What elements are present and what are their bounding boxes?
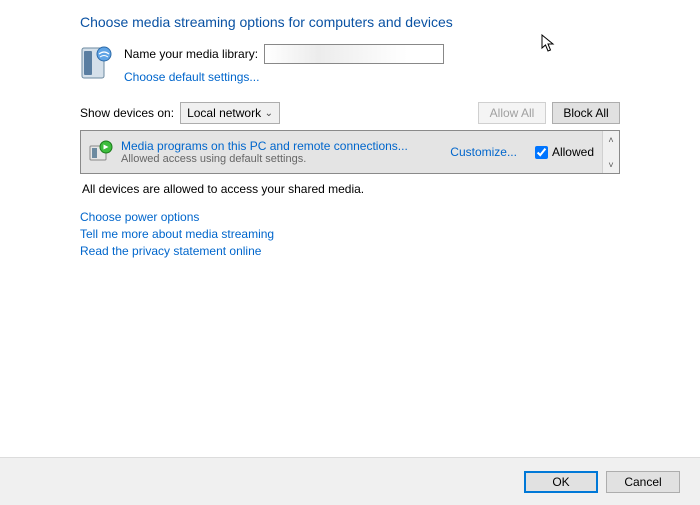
scroll-down-icon[interactable]: ˅ — [603, 156, 619, 173]
cancel-button[interactable]: Cancel — [606, 471, 680, 493]
device-list: Media programs on this PC and remote con… — [80, 130, 620, 174]
ok-button[interactable]: OK — [524, 471, 598, 493]
library-name-label: Name your media library: — [124, 47, 258, 61]
device-subtitle: Allowed access using default settings. — [121, 153, 442, 165]
scroll-up-icon[interactable]: ˄ — [603, 131, 619, 148]
show-devices-value: Local network — [187, 106, 261, 120]
privacy-link[interactable]: Read the privacy statement online — [80, 244, 620, 258]
learn-more-link[interactable]: Tell me more about media streaming — [80, 227, 620, 241]
allowed-text: Allowed — [552, 145, 594, 159]
show-devices-dropdown[interactable]: Local network ⌄ — [180, 102, 280, 124]
block-all-button[interactable]: Block All — [552, 102, 620, 124]
allowed-checkbox-label[interactable]: Allowed — [535, 145, 594, 159]
dialog-footer: OK Cancel — [0, 457, 700, 505]
device-title-link[interactable]: Media programs on this PC and remote con… — [121, 139, 442, 153]
show-devices-label: Show devices on: — [80, 106, 174, 120]
media-program-icon — [89, 140, 113, 164]
library-name-input[interactable] — [264, 44, 444, 64]
device-row[interactable]: Media programs on this PC and remote con… — [81, 131, 602, 173]
allow-all-button[interactable]: Allow All — [478, 102, 546, 124]
allowed-checkbox[interactable] — [535, 146, 548, 159]
page-title: Choose media streaming options for compu… — [80, 14, 620, 30]
status-text: All devices are allowed to access your s… — [80, 182, 620, 196]
scrollbar[interactable]: ˄ ˅ — [602, 131, 619, 173]
chevron-down-icon: ⌄ — [265, 108, 273, 119]
media-library-icon — [80, 44, 114, 82]
choose-default-settings-link[interactable]: Choose default settings... — [124, 70, 444, 84]
power-options-link[interactable]: Choose power options — [80, 210, 620, 224]
customize-link[interactable]: Customize... — [450, 145, 517, 159]
